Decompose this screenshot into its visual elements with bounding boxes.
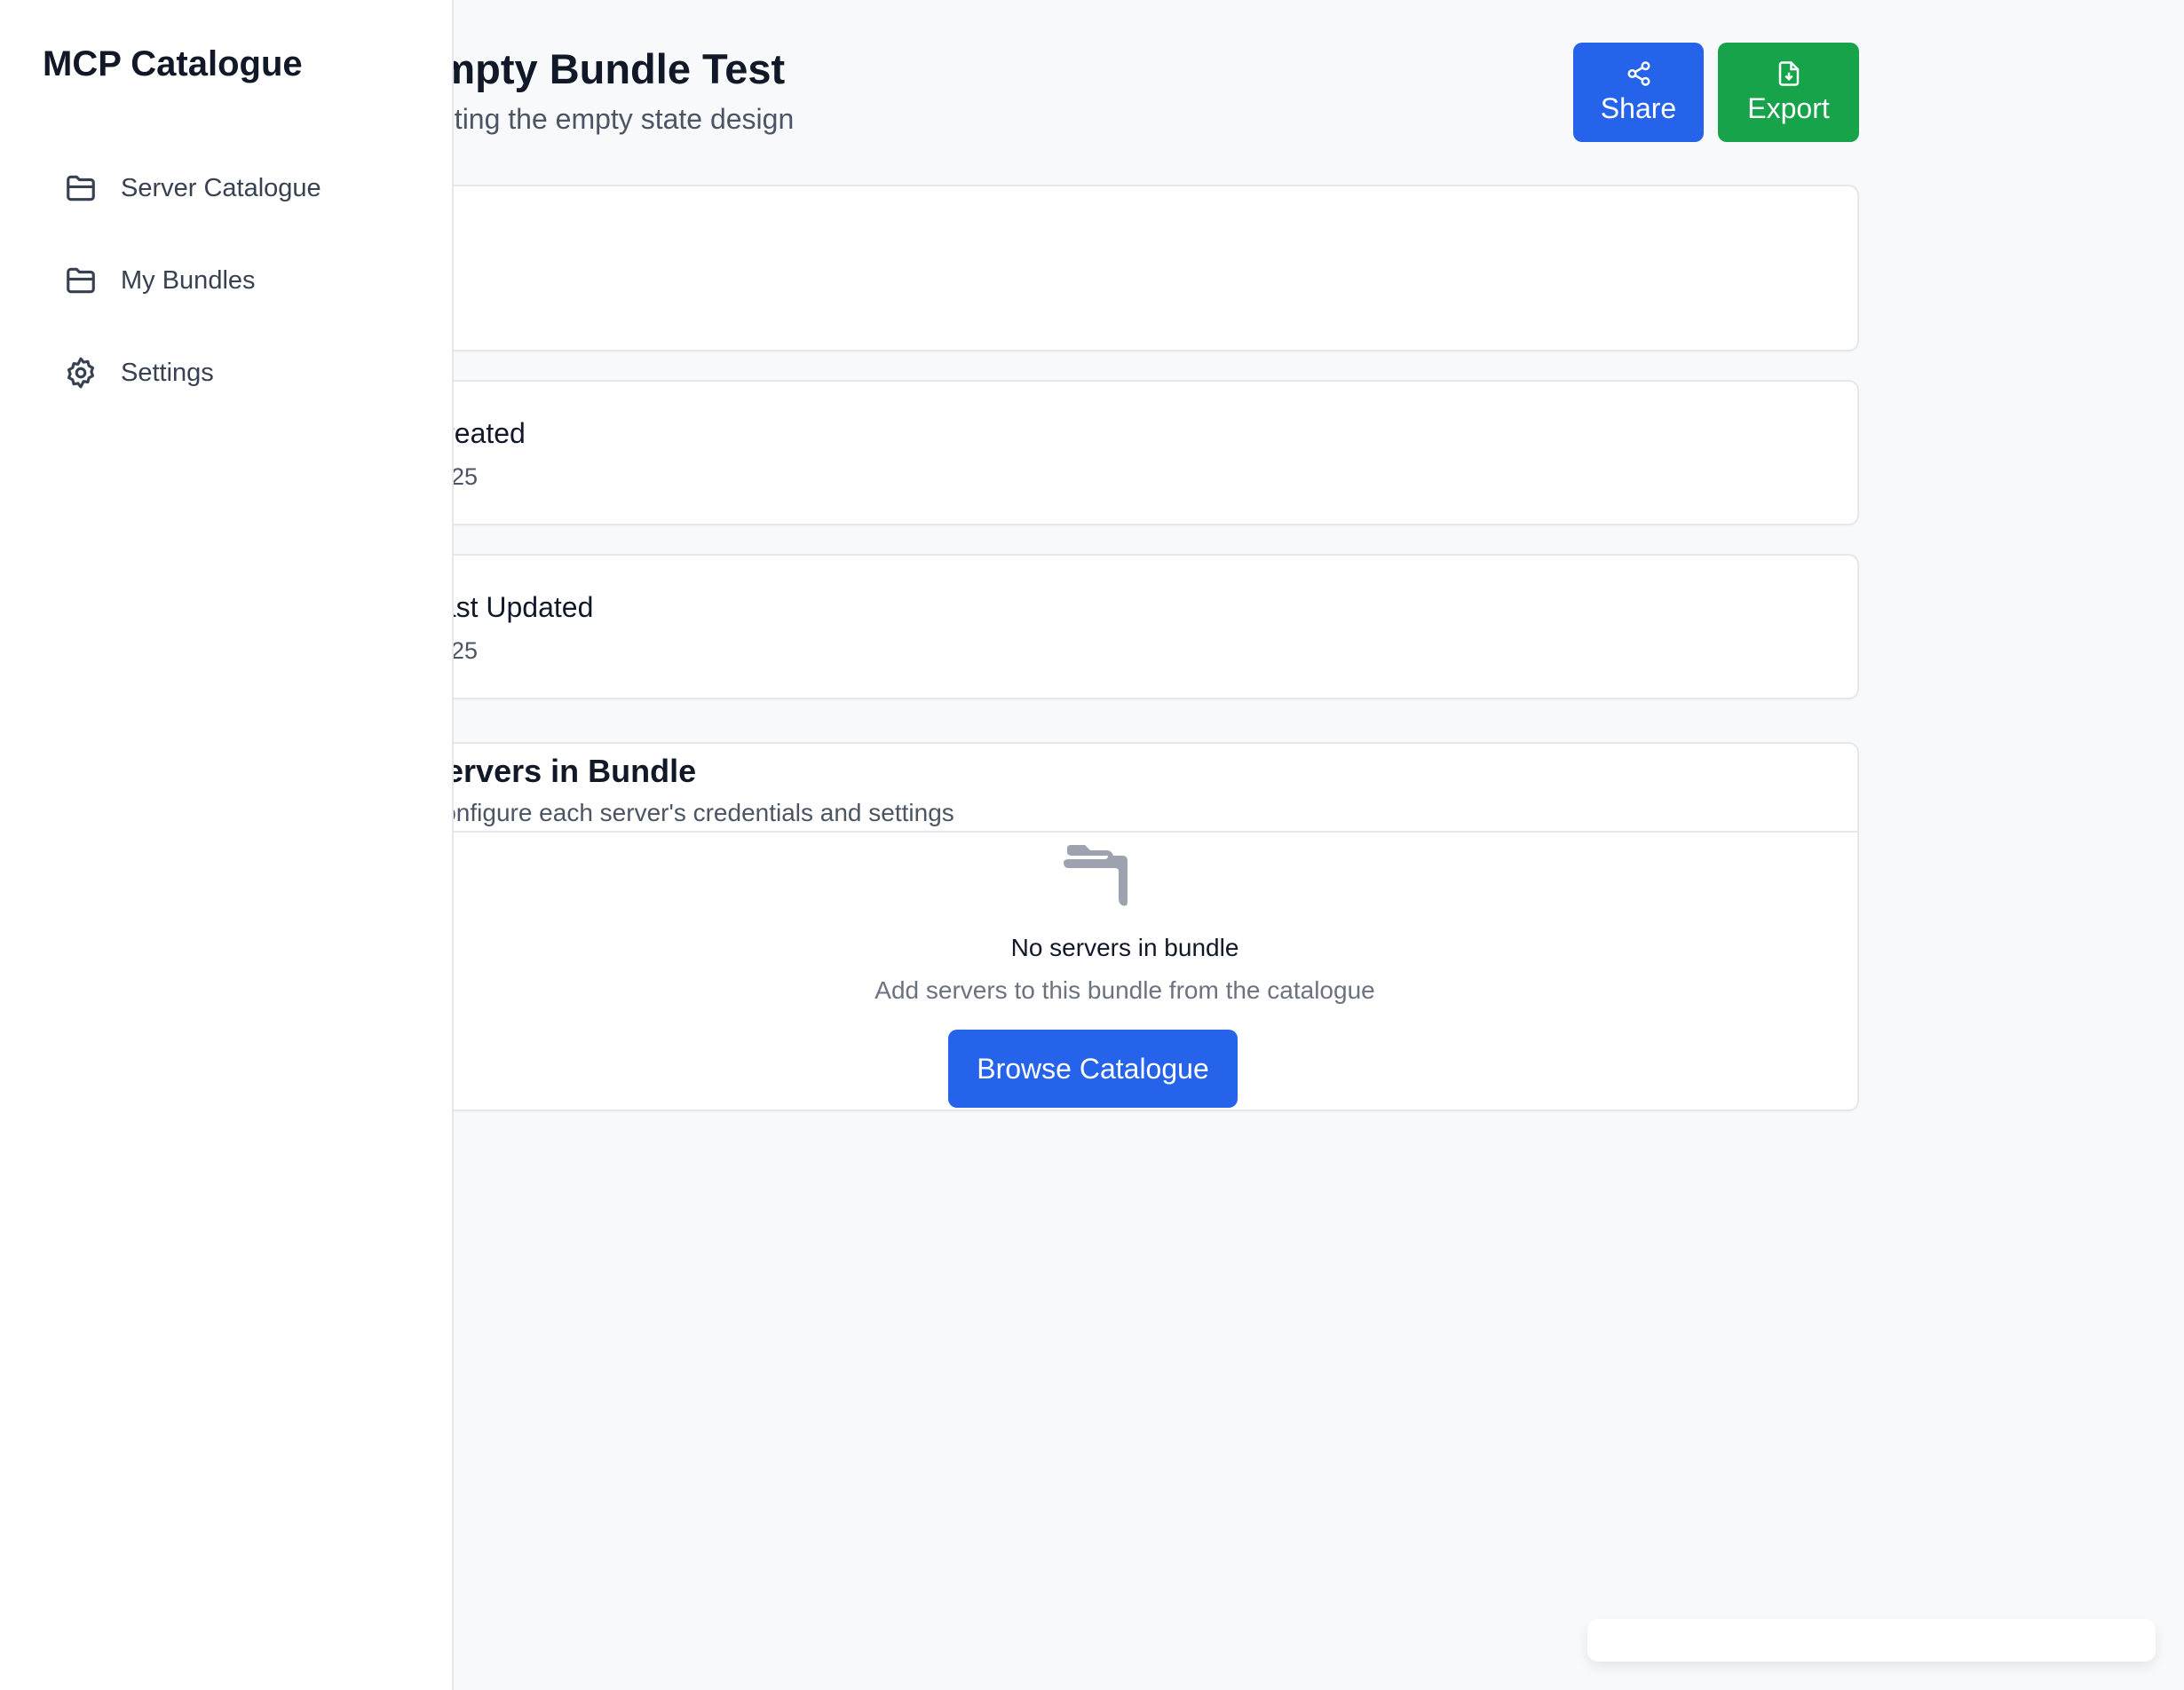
file-export-icon: [1778, 60, 1799, 86]
sidebar-item-label: My Bundles: [121, 265, 256, 295]
sidebar-item-settings[interactable]: Settings: [43, 341, 415, 405]
browse-catalogue-button[interactable]: Browse Catalogue: [948, 1030, 1238, 1108]
sidebar-item-label: Server Catalogue: [121, 173, 321, 202]
sidebar: MCP Catalogue Server Catalogue My Bundle…: [0, 0, 454, 1690]
share-icon: [1627, 60, 1650, 86]
export-label: Export: [1747, 91, 1830, 124]
empty-folder-icon: [1064, 845, 1128, 906]
export-button[interactable]: Export: [1718, 43, 1859, 142]
sidebar-item-label: Settings: [121, 358, 214, 387]
folder-open-icon: [67, 175, 95, 201]
divider: [392, 831, 1857, 833]
gear-icon: [67, 357, 95, 389]
page-title: Empty Bundle Test: [410, 45, 786, 92]
sidebar-item-server-catalogue[interactable]: Server Catalogue: [43, 156, 415, 220]
page-subtitle: Testing the empty state design: [410, 103, 795, 135]
section-title: Servers in Bundle: [424, 753, 697, 789]
section-description: Configure each server's credentials and …: [424, 799, 954, 826]
sidebar-title: MCP Catalogue: [43, 44, 303, 83]
stat-card-servers: [391, 185, 1859, 351]
stat-card-updated: Last Updated 2025: [391, 554, 1859, 699]
empty-state-description: Add servers to this bundle from the cata…: [874, 976, 1375, 1004]
stat-card-created: Created 2025: [391, 380, 1859, 525]
share-button[interactable]: Share: [1573, 43, 1704, 142]
toast-container: [1587, 1619, 2156, 1662]
share-label: Share: [1600, 91, 1677, 124]
empty-state-title: No servers in bundle: [1010, 934, 1239, 961]
sidebar-item-my-bundles[interactable]: My Bundles: [43, 249, 415, 312]
folder-open-icon: [67, 267, 95, 294]
servers-section: Servers in Bundle Configure each server'…: [391, 742, 1859, 1111]
